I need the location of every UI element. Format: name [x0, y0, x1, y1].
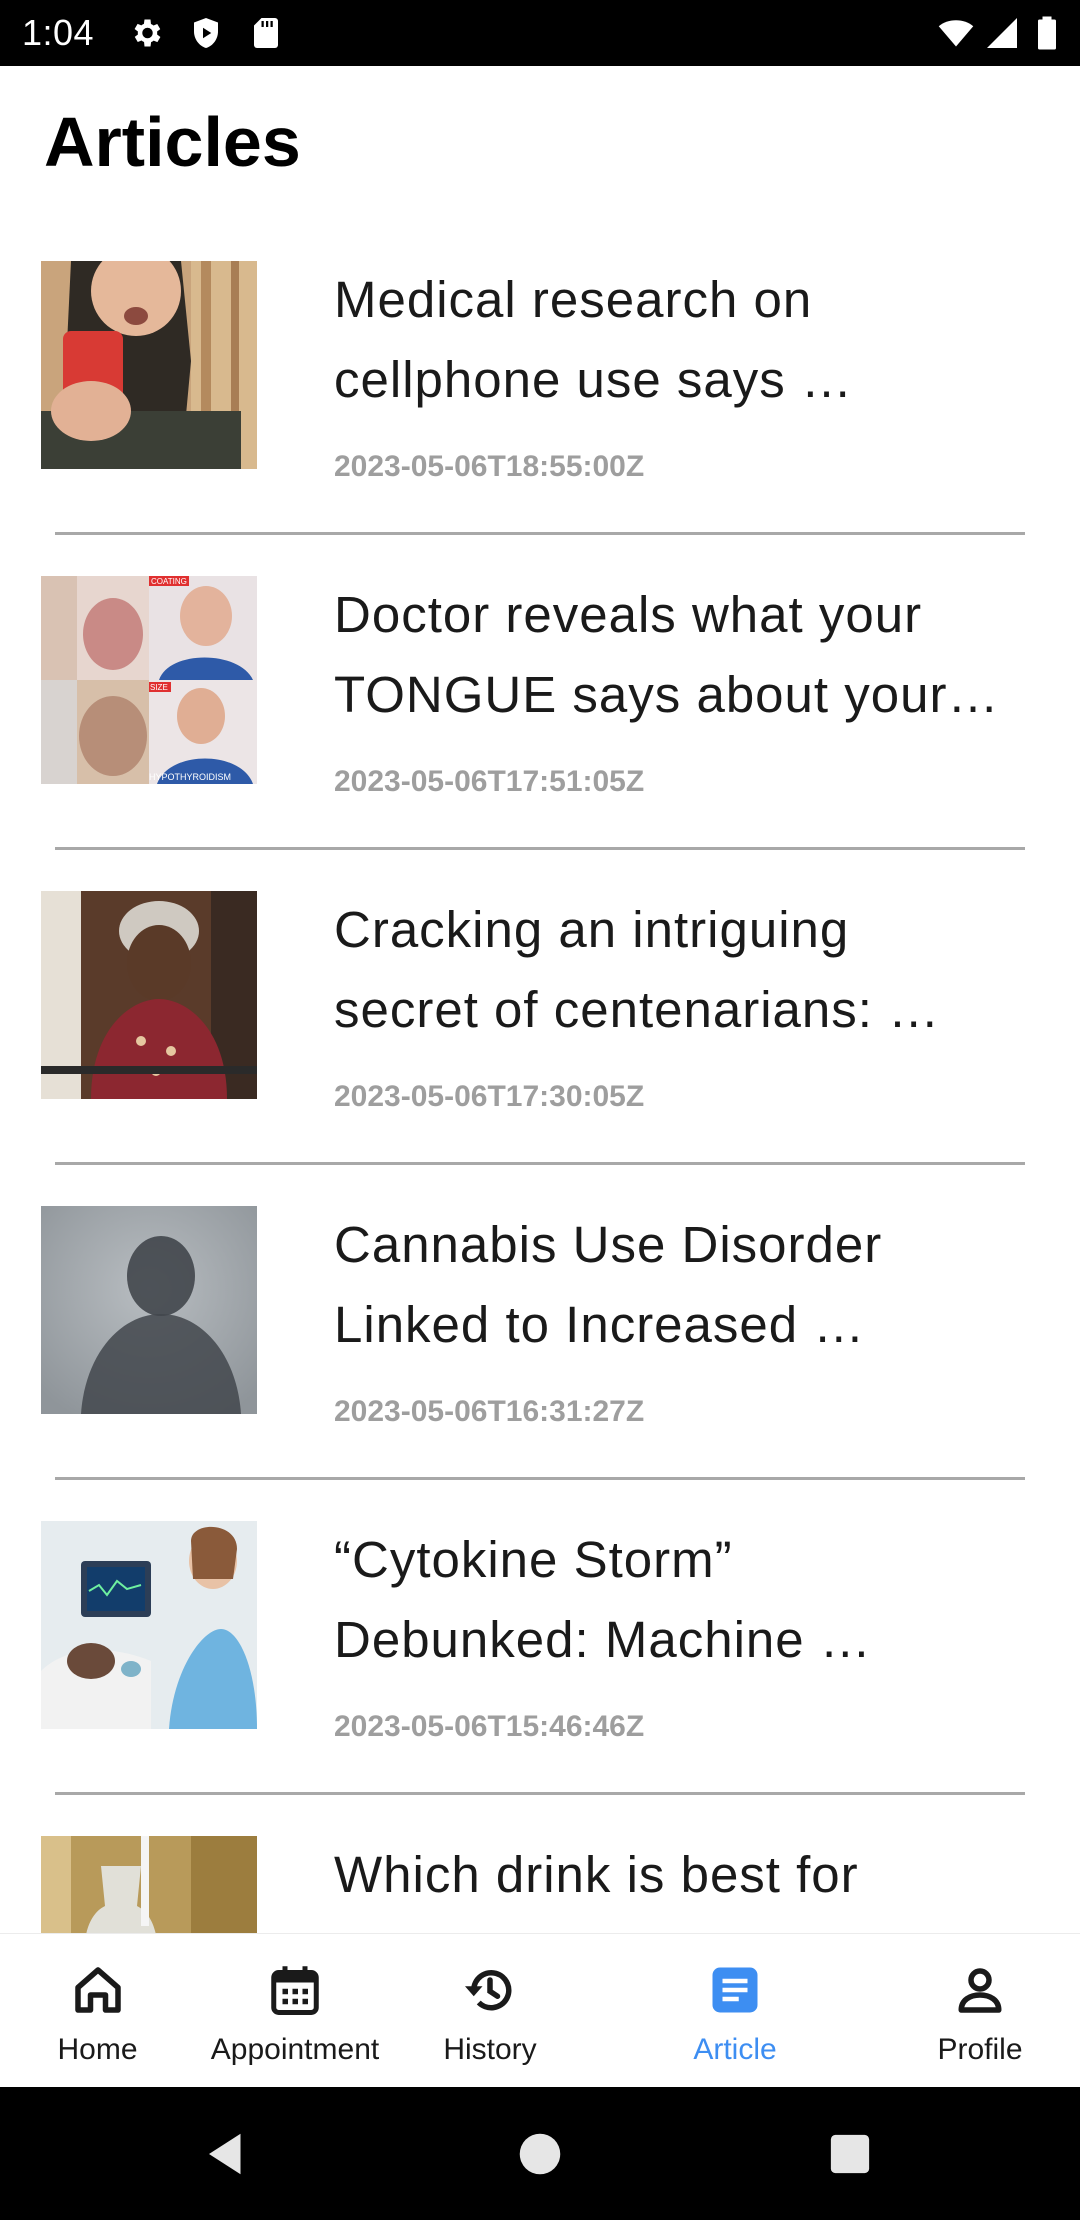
article-thumbnail	[41, 261, 257, 469]
history-icon	[460, 1960, 520, 2020]
article-title[interactable]: Which drink is best for	[334, 1835, 1024, 1915]
nav-item-appointment[interactable]: Appointment	[195, 1934, 395, 2088]
article-title[interactable]: “Cytokine Storm” Debunked: Machine …	[334, 1520, 1024, 1680]
article-title-line: Which drink is best for	[334, 1846, 859, 1903]
article-title-line: Linked to Increased …	[334, 1296, 866, 1353]
calendar-icon	[265, 1960, 325, 2020]
article-title-line: Medical research on	[334, 271, 813, 328]
article-title-line: Cracking an intriguing	[334, 901, 850, 958]
article-title-line: Debunked: Machine …	[334, 1611, 872, 1668]
article-thumbnail	[41, 891, 257, 1099]
article-item[interactable]: Cannabis Use Disorder Linked to Increase…	[0, 1175, 1080, 1490]
nav-label: Article	[693, 2033, 777, 2066]
nav-item-home[interactable]: Home	[20, 1934, 175, 2088]
article-title-line: secret of centenarians: …	[334, 981, 941, 1038]
article-title-line: Doctor reveals what your	[334, 586, 923, 643]
article-item[interactable]: Medical research on cellphone use says ……	[0, 230, 1080, 545]
article-title[interactable]: Cracking an intriguing secret of centena…	[334, 890, 1024, 1050]
divider	[55, 1792, 1025, 1795]
nav-label: Profile	[937, 2033, 1023, 2066]
article-icon	[705, 1960, 765, 2020]
recents-icon[interactable]	[823, 2127, 877, 2181]
divider	[55, 847, 1025, 850]
article-item[interactable]: COATING SIZE HYPOTHYROIDISM Doctor revea…	[0, 545, 1080, 860]
article-thumbnail	[41, 1836, 257, 1933]
thumb-label: HYPOTHYROIDISM	[149, 772, 231, 782]
article-date: 2023-05-06T17:51:05Z	[334, 765, 645, 798]
bottom-navigation: Home Appointment History Article Profile	[0, 1933, 1080, 2088]
article-item[interactable]: Which drink is best for	[0, 1805, 1080, 1933]
home-circle-icon[interactable]	[513, 2127, 567, 2181]
article-list[interactable]: Medical research on cellphone use says ……	[0, 230, 1080, 1933]
article-thumbnail	[41, 1206, 257, 1414]
article-title-line: cellphone use says …	[334, 351, 853, 408]
nav-item-profile[interactable]: Profile	[905, 1934, 1055, 2088]
article-title-line: Cannabis Use Disorder	[334, 1216, 883, 1273]
divider	[55, 1477, 1025, 1480]
gear-icon	[128, 15, 164, 51]
sd-card-icon	[248, 15, 284, 51]
article-thumbnail	[41, 1521, 257, 1729]
battery-icon	[1034, 15, 1060, 51]
status-time: 1:04	[22, 12, 95, 53]
nav-item-history[interactable]: History	[415, 1934, 565, 2088]
cellular-signal-icon	[984, 15, 1020, 51]
nav-label: Home	[57, 2033, 138, 2066]
nav-label: Appointment	[210, 2033, 380, 2066]
status-bar: 1:04	[0, 0, 1080, 66]
article-item[interactable]: “Cytokine Storm” Debunked: Machine … 202…	[0, 1490, 1080, 1805]
article-title[interactable]: Medical research on cellphone use says …	[334, 260, 1024, 420]
article-thumbnail: COATING SIZE HYPOTHYROIDISM	[41, 576, 257, 784]
article-title[interactable]: Doctor reveals what your TONGUE says abo…	[334, 575, 1024, 735]
page-title: Articles	[44, 103, 301, 181]
article-date: 2023-05-06T16:31:27Z	[334, 1395, 645, 1428]
article-title[interactable]: Cannabis Use Disorder Linked to Increase…	[334, 1205, 1024, 1365]
article-date: 2023-05-06T17:30:05Z	[334, 1080, 645, 1113]
profile-icon	[950, 1960, 1010, 2020]
article-title-line: TONGUE says about your…	[334, 666, 1000, 723]
shield-play-icon	[188, 15, 224, 51]
screen: 1:04 Articles Medical research on cellph…	[0, 0, 1080, 2220]
article-title-line: “Cytokine Storm”	[334, 1531, 733, 1588]
divider	[55, 532, 1025, 535]
article-date: 2023-05-06T18:55:00Z	[334, 450, 645, 483]
nav-label: History	[443, 2033, 537, 2066]
divider	[55, 1162, 1025, 1165]
back-icon[interactable]	[200, 2127, 254, 2181]
article-date: 2023-05-06T15:46:46Z	[334, 1710, 645, 1743]
thumb-label: COATING	[151, 577, 187, 586]
article-item[interactable]: Cracking an intriguing secret of centena…	[0, 860, 1080, 1175]
nav-item-article[interactable]: Article	[660, 1934, 810, 2088]
thumb-label: SIZE	[150, 683, 168, 692]
home-icon	[68, 1960, 128, 2020]
system-navigation-bar	[0, 2087, 1080, 2220]
wifi-icon	[934, 15, 978, 51]
